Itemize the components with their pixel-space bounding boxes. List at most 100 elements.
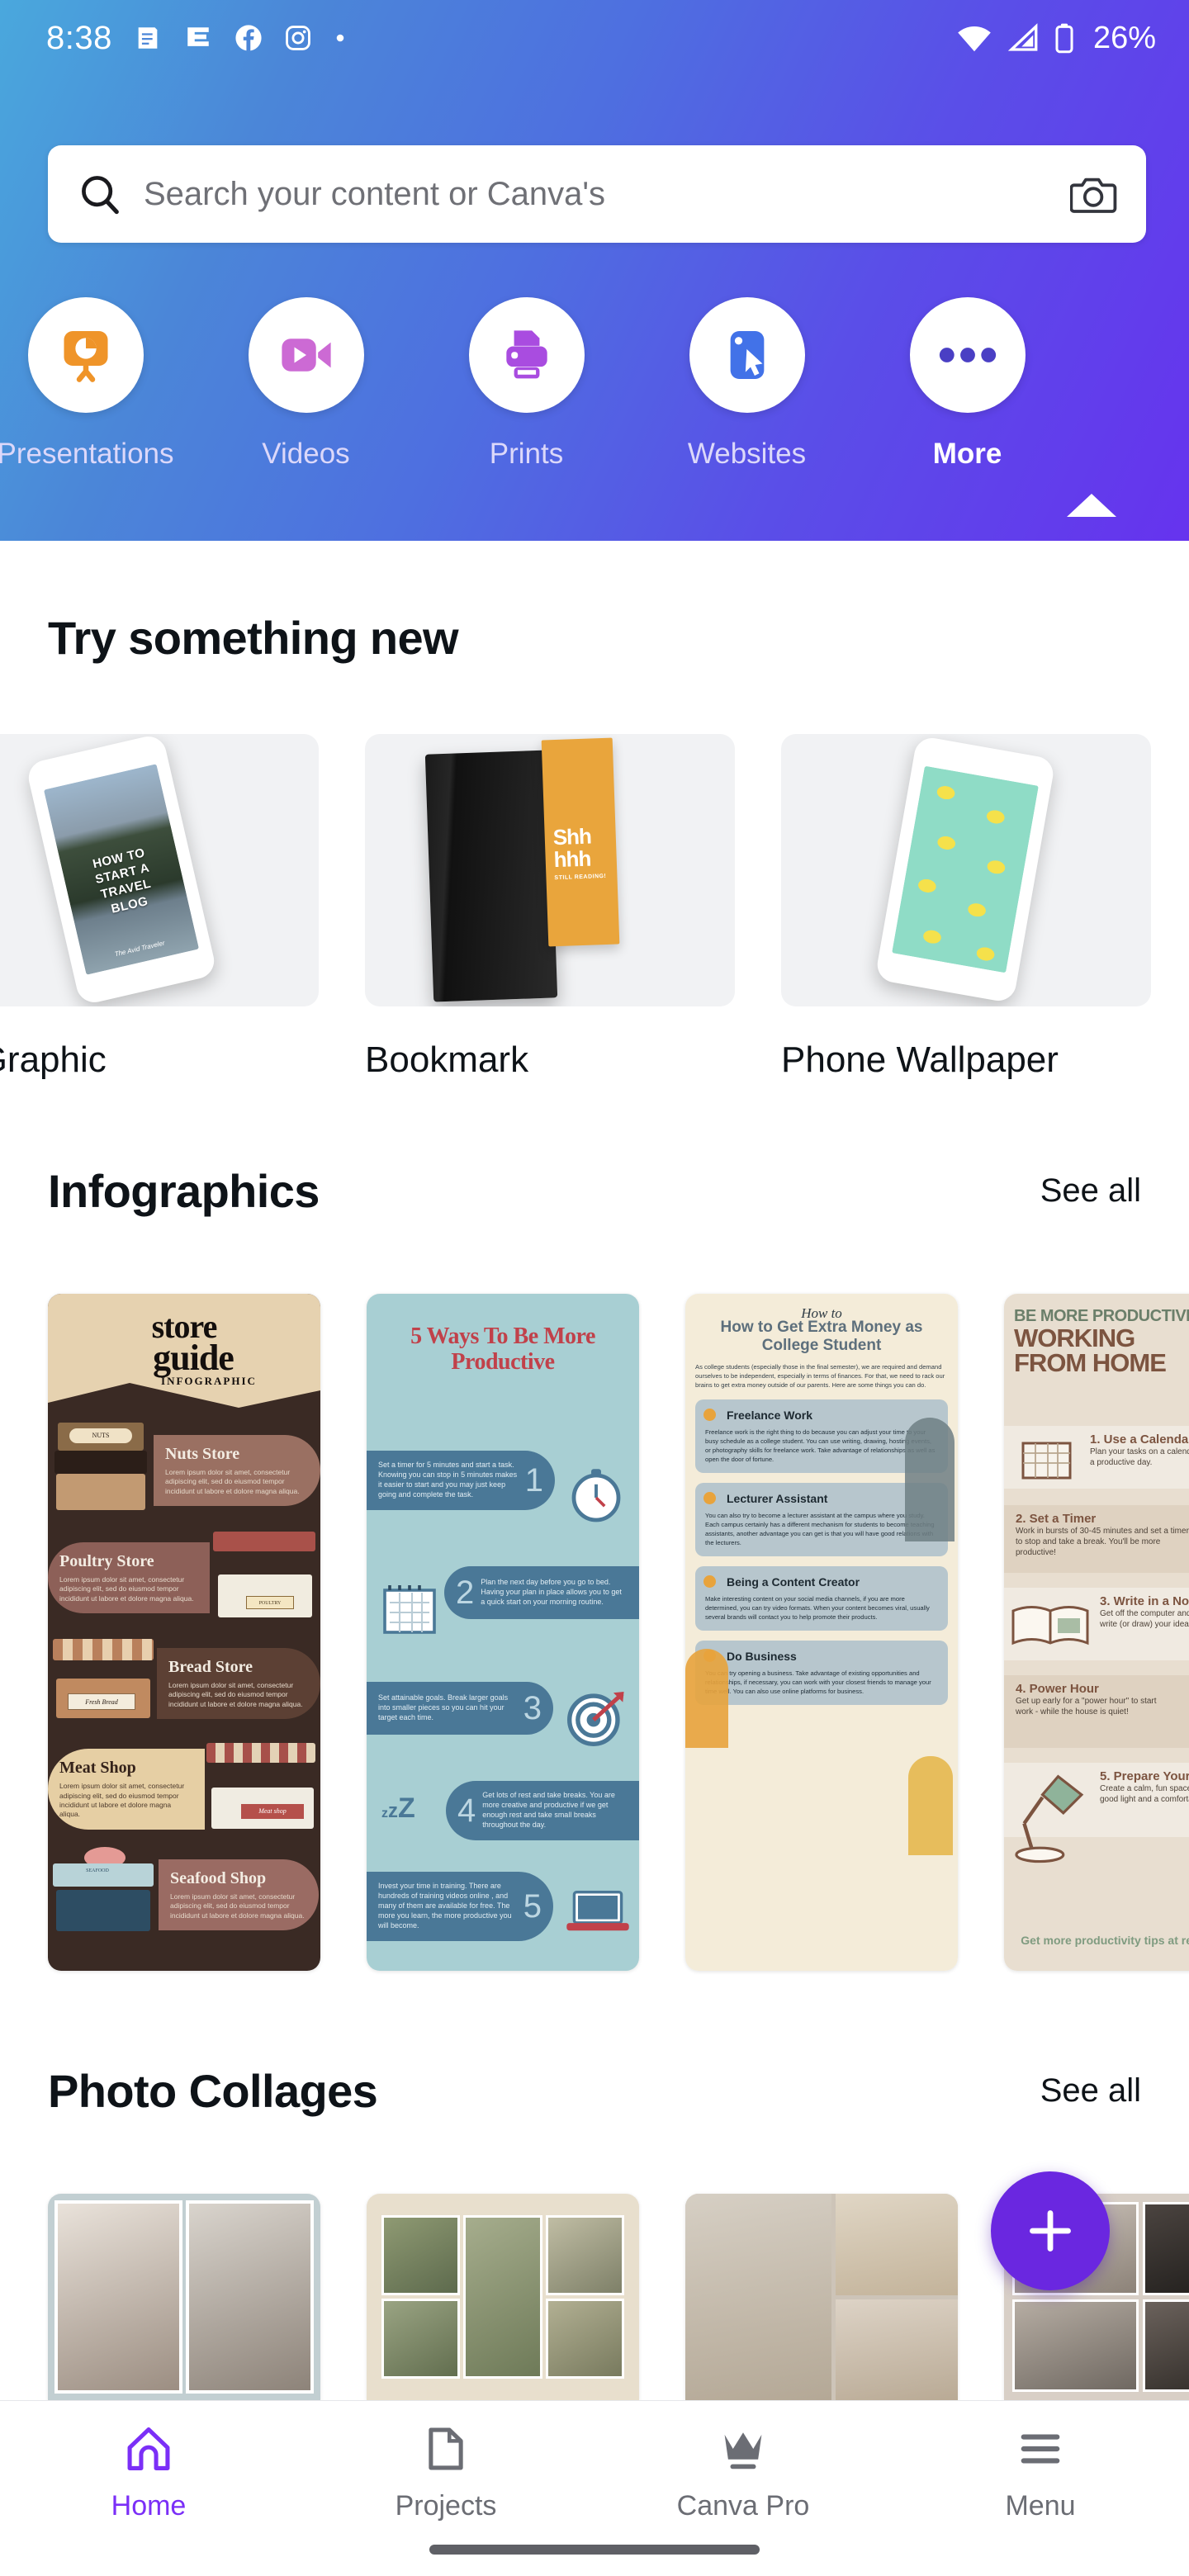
template-card-blog-graphic[interactable]: HOW TO START A TRAVEL BLOG The Avid Trav… [0, 734, 319, 1081]
try-something-new-row[interactable]: HOW TO START A TRAVEL BLOG The Avid Trav… [0, 734, 1189, 1081]
infographic-card-five-ways-productive[interactable]: 5 Ways To Be More Productive Set a timer… [367, 1294, 639, 1971]
sleep-zzz-icon: zzZ [381, 1792, 415, 1824]
card-thumbnail: HOW TO START A TRAVEL BLOG The Avid Trav… [0, 734, 319, 1006]
create-design-fab[interactable] [991, 2171, 1110, 2290]
phone-mockup: HOW TO START A TRAVEL BLOG The Avid Trav… [25, 734, 218, 1006]
stall-illustration-seafood: SEAFOOD [48, 1845, 159, 1944]
instagram-icon [285, 26, 310, 50]
infographic-card-work-from-home[interactable]: BE MORE PRODUCTIVE WORKING FROM HOME 1. … [1004, 1294, 1189, 1971]
see-all-link-infographics[interactable]: See all [1040, 1172, 1141, 1210]
category-circle [689, 297, 805, 413]
card-label: Phone Wallpaper [781, 1039, 1059, 1080]
category-item-videos[interactable]: Videos [196, 297, 416, 471]
collage-card-family[interactable] [48, 2194, 320, 2400]
category-circle [909, 297, 1026, 413]
notebook-icon [1011, 1606, 1089, 1646]
lemon-pattern-art [892, 765, 1039, 973]
infographic-title: store guide INFOGRAPHIC [151, 1308, 257, 1387]
nav-label: Home [111, 2490, 187, 2522]
status-bar-left: 8:38 [46, 20, 347, 57]
section-header: Infographics See all [0, 1164, 1189, 1218]
presentation-icon [63, 331, 108, 382]
travel-blog-subtitle: The Avid Traveler [113, 939, 166, 959]
section-pill: Seafood Shop Lorem ipsum dolor sit amet,… [159, 1859, 319, 1931]
gesture-navigation-bar[interactable] [429, 2545, 760, 2555]
category-item-prints[interactable]: Prints [416, 297, 637, 471]
search-bar[interactable] [48, 145, 1146, 243]
cellular-signal-icon [1007, 23, 1038, 51]
tip-4: 4 Get lots of rest and take breaks. You … [446, 1781, 639, 1840]
category-label: Presentations [0, 438, 174, 470]
infographic-title: BE MORE PRODUCTIVE WORKING FROM HOME [1014, 1307, 1189, 1377]
section-header: Try something new [0, 611, 1189, 665]
see-all-link-photo-collages[interactable]: See all [1040, 2072, 1141, 2110]
tip-2: 2 Plan the next day before you go to bed… [444, 1566, 639, 1619]
category-circle [468, 297, 585, 413]
calendar-icon [383, 1585, 436, 1634]
person-illustration [905, 1418, 955, 1541]
work-from-home-art: BE MORE PRODUCTIVE WORKING FROM HOME 1. … [1004, 1294, 1189, 1971]
template-card-phone-wallpaper[interactable]: Phone Wallpaper [781, 734, 1151, 1081]
category-item-presentations[interactable]: Presentations [0, 297, 196, 471]
section-pill: Bread Store Lorem ipsum dolor sit amet, … [157, 1647, 320, 1720]
notebook-art [424, 750, 558, 1002]
camera-icon[interactable] [1070, 173, 1118, 215]
section-content-creator: Being a Content Creator Make interesting… [695, 1566, 948, 1631]
category-label: Websites [687, 438, 807, 470]
infographics-section: Infographics See all store guide INFOGRA… [0, 1164, 1189, 1971]
section-pill: Poultry Store Lorem ipsum dolor sit amet… [48, 1541, 210, 1614]
section-title: Infographics [48, 1165, 320, 1217]
card-label: g Graphic [0, 1039, 107, 1080]
nav-item-menu[interactable]: Menu [892, 2401, 1189, 2576]
infographics-row[interactable]: store guide INFOGRAPHIC NUTS Nuts Store … [0, 1294, 1189, 1971]
category-circle [27, 297, 144, 413]
template-card-bookmark[interactable]: Shh hhh STILL READING! Bookmark [365, 734, 735, 1081]
home-icon [127, 2427, 170, 2470]
printer-icon [505, 330, 547, 379]
nav-item-home[interactable]: Home [0, 2401, 297, 2576]
card-label: Bookmark [365, 1039, 529, 1080]
nav-label: Canva Pro [676, 2490, 810, 2522]
target-icon [567, 1691, 624, 1746]
search-input[interactable] [144, 175, 1070, 213]
category-row[interactable]: media Presentations [0, 297, 1189, 504]
tip-3: Set attainable goals. Break larger goals… [367, 1682, 553, 1735]
desk-lamp-icon [1015, 1774, 1084, 1863]
category-circle [248, 297, 364, 413]
hamburger-menu-icon [1021, 2434, 1060, 2464]
card-thumbnail: Shh hhh STILL READING! [365, 734, 735, 1006]
section-bread-store: Fresh Bread Bread Store Lorem ipsum dolo… [48, 1634, 320, 1733]
section-title: Photo Collages [48, 2065, 378, 2117]
bookmark-art: Shh hhh STILL READING! [541, 737, 620, 947]
category-item-more[interactable]: More [857, 297, 1078, 471]
category-item-websites[interactable]: Websites [637, 297, 857, 471]
collage-card-neutral-interior[interactable] [685, 2194, 958, 2400]
tip-1: Set a timer for 5 minutes and start a ta… [367, 1451, 555, 1510]
canva-home-screen: 8:38 26% Search your content or Canva's … [0, 0, 1189, 2576]
card-thumbnail [781, 734, 1151, 1006]
status-bar: 8:38 26% [0, 0, 1189, 76]
infographic-card-store-guide[interactable]: store guide INFOGRAPHIC NUTS Nuts Store … [48, 1294, 320, 1971]
wifi-icon [958, 26, 991, 52]
infographic-card-extra-money-college[interactable]: How to How to Get Extra Money as College… [685, 1294, 958, 1971]
app-header: 8:38 26% Search your content or Canva's … [0, 0, 1189, 541]
extra-money-art: How to How to Get Extra Money as College… [685, 1294, 958, 1971]
active-category-notch [1067, 494, 1116, 517]
collage-thumbnail [685, 2194, 958, 2400]
tip-4: 4. Power Hour Get up early for a "power … [1016, 1682, 1157, 1717]
search-icon [82, 176, 119, 215]
collage-thumbnail [367, 2194, 639, 2400]
nav-label: Menu [1005, 2490, 1076, 2522]
phone-mockup [874, 735, 1056, 1004]
five-ways-art: 5 Ways To Be More Productive Set a timer… [367, 1294, 639, 1971]
try-something-new-section: Try something new HOW TO START A TRAVEL … [0, 611, 1189, 1081]
travel-blog-art: HOW TO START A TRAVEL BLOG The Avid Trav… [43, 764, 200, 975]
notes-icon [138, 27, 158, 49]
tip-5: Invest your time in training. There are … [367, 1872, 553, 1941]
dot-icon [336, 34, 344, 42]
infographic-cta: Get more productivity tips at reallygrea… [1021, 1934, 1189, 1948]
travel-blog-headline: HOW TO START A TRAVEL BLOG [91, 845, 153, 916]
crown-icon [724, 2432, 762, 2469]
store-guide-art: store guide INFOGRAPHIC NUTS Nuts Store … [48, 1294, 320, 1971]
collage-card-outdoor-taped[interactable] [367, 2194, 639, 2400]
